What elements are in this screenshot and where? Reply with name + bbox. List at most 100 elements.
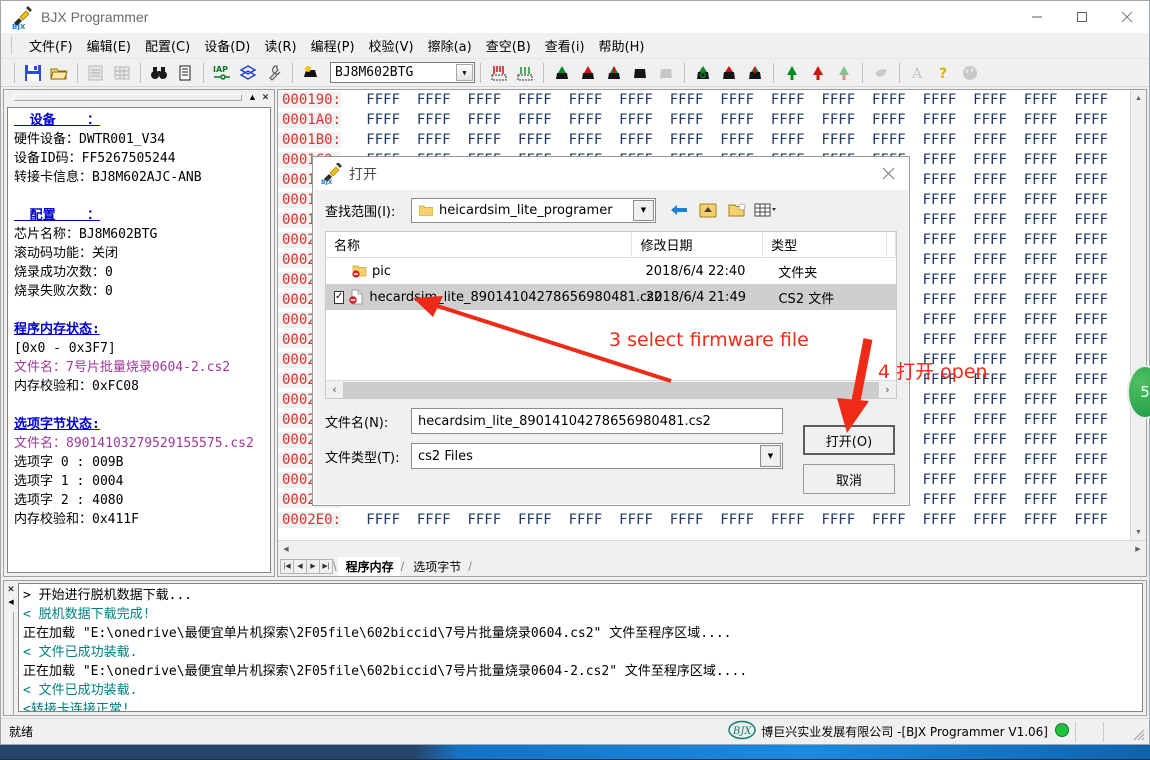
file-name-cell[interactable]: ✓ hecardsim_lite_89014104278656980481.cs… [326, 284, 638, 310]
help-icon[interactable]: ? [933, 62, 955, 84]
view-list-icon[interactable] [753, 198, 779, 222]
tab-nav-last[interactable]: ▶| [319, 559, 333, 574]
wrench-icon[interactable] [263, 62, 285, 84]
folder-icon [419, 204, 433, 216]
hex-row[interactable]: 0002E0: FFFF FFFF FFFF FFFF FFFF FFFF FF… [278, 510, 1130, 530]
toolbar-divider [773, 63, 774, 83]
scroll-left-button[interactable]: ◀ [278, 541, 294, 557]
chip-red-arrow-icon[interactable] [718, 62, 740, 84]
column-header-extra[interactable] [887, 232, 896, 258]
chip-layers-icon[interactable] [237, 62, 259, 84]
filename-input[interactable]: hecardsim_lite_89014104278656980481.cs2 [411, 408, 783, 434]
chip-black-icon[interactable] [629, 62, 651, 84]
sort-ascending-icon: ^ [479, 231, 487, 239]
column-header-type[interactable]: 类型 [763, 232, 887, 258]
green-status-icon [1054, 722, 1070, 741]
menu-item-config[interactable]: 配置(C) [138, 34, 197, 57]
close-button[interactable] [1104, 1, 1149, 33]
tree-red-icon[interactable] [807, 62, 829, 84]
chip-green2-icon[interactable] [603, 62, 625, 84]
device-info-line: 选项字 1 : 0004 [14, 472, 268, 491]
menu-item-device[interactable]: 设备(D) [197, 34, 257, 57]
menu-item-blankcheck[interactable]: 查空(B) [479, 34, 538, 57]
file-list-scroll-thumb[interactable] [343, 382, 879, 398]
menu-item-read[interactable]: 读(R) [257, 34, 303, 57]
menu-item-file[interactable]: 文件(F) [22, 34, 80, 57]
open-button[interactable]: 打开(O) [803, 425, 895, 455]
toolbar-divider [543, 63, 544, 83]
file-name-cell[interactable]: pic [326, 258, 637, 284]
hex-row[interactable]: 0001A0: FFFF FFFF FFFF FFFF FFFF FFFF FF… [278, 110, 1130, 130]
cancel-button[interactable]: 取消 [803, 464, 895, 494]
column-header-name[interactable]: 名称 ^ [326, 232, 632, 258]
panel-pin-button[interactable]: ▲ [246, 91, 259, 103]
file-type-cell: CS2 文件 [770, 284, 896, 310]
hex-row[interactable]: 000190: FFFF FFFF FFFF FFFF FFFF FFFF FF… [278, 90, 1130, 110]
panel-grip[interactable] [14, 94, 242, 101]
log-collapse-button[interactable]: ◀ [8, 598, 13, 606]
file-checkbox[interactable]: ✓ [334, 291, 344, 304]
maximize-button[interactable] [1059, 1, 1104, 33]
menu-item-help[interactable]: 帮助(H) [592, 34, 652, 57]
file-blocked-icon [348, 289, 365, 305]
hex-bytes: FFFF FFFF FFFF FFFF FFFF FFFF FFFF FFFF … [341, 132, 1108, 148]
menu-item-erase[interactable]: 擦除(a) [421, 34, 479, 57]
panel-close-button[interactable]: ✕ [259, 91, 272, 103]
table-row[interactable]: pic 2018/6/4 22:40 文件夹 [326, 258, 896, 284]
file-list-scroll-left[interactable]: ‹ [326, 383, 343, 396]
log-line: < 脱机数据下载完成! [23, 605, 1142, 624]
menu-item-verify[interactable]: 校验(V) [362, 34, 421, 57]
iap-icon[interactable]: IAP [211, 62, 233, 84]
chip-green-icon[interactable] [551, 62, 573, 84]
scroll-right-button[interactable]: ▶ [1130, 541, 1146, 557]
back-arrow-icon[interactable] [666, 198, 692, 222]
save-icon[interactable] [22, 62, 44, 84]
document-icon[interactable] [174, 62, 196, 84]
log-output[interactable]: > 开始进行脱机数据下载...< 脱机数据下载完成!正在加载 "E:\onedr… [18, 583, 1143, 712]
minimize-button[interactable] [1014, 1, 1059, 33]
up-folder-icon[interactable] [695, 198, 721, 222]
scroll-down-button[interactable]: ▼ [1131, 524, 1147, 540]
chip-red-icon[interactable] [577, 62, 599, 84]
menu-item-program[interactable]: 编程(P) [304, 34, 362, 57]
dialog-close-button[interactable] [867, 157, 909, 190]
upload-from-device-icon[interactable] [514, 62, 536, 84]
file-list-scroll-right[interactable]: › [879, 383, 896, 396]
hex-vertical-scrollbar[interactable]: ▲ ▼ [1130, 90, 1146, 540]
new-folder-icon[interactable] [724, 198, 750, 222]
download-to-device-icon[interactable] [488, 62, 510, 84]
menu-item-view[interactable]: 查看(i) [538, 34, 592, 57]
chip-select-combo[interactable]: BJ8M602BTG ▼ [330, 62, 475, 83]
look-in-combo[interactable]: heicardsim_lite_programer ▼ [411, 198, 656, 223]
toolbar-divider [899, 63, 900, 83]
file-list[interactable]: 名称 ^ 修改日期 类型 pic 2018/6/4 22: [325, 231, 897, 399]
hex-row[interactable]: 0001B0: FFFF FFFF FFFF FFFF FFFF FFFF FF… [278, 130, 1130, 150]
chevron-down-icon[interactable]: ▼ [456, 64, 473, 81]
tab-program-memory[interactable]: 程序内存 [338, 557, 400, 576]
tab-nav-next[interactable]: ▶ [306, 559, 320, 574]
hex-address: 0001B0: [278, 132, 341, 148]
hex-horizontal-scrollbar[interactable]: ◀ ▶ [278, 540, 1146, 556]
filetype-combo[interactable]: cs2 Files ▼ [411, 443, 783, 469]
target-chip-icon[interactable] [300, 62, 322, 84]
tab-nav-first[interactable]: |◀ [280, 559, 294, 574]
scroll-up-button[interactable]: ▲ [1131, 90, 1147, 106]
chip-green-arrow-icon[interactable] [744, 62, 766, 84]
chevron-down-icon[interactable]: ▼ [760, 445, 781, 467]
menu-item-edit[interactable]: 编辑(E) [80, 34, 138, 57]
chip-green-circle-icon[interactable] [692, 62, 714, 84]
tab-nav-prev[interactable]: ◀ [293, 559, 307, 574]
file-list-hscrollbar[interactable]: ‹ › [326, 380, 896, 398]
table-row[interactable]: ✓ hecardsim_lite_89014104278656980481.cs… [326, 284, 896, 310]
chevron-down-icon[interactable]: ▼ [633, 200, 654, 221]
open-folder-icon[interactable] [48, 62, 70, 84]
log-line: 正在加载 "E:\onedrive\最便宜单片机探索\2F05file\602b… [23, 624, 1142, 643]
binoculars-icon[interactable] [148, 62, 170, 84]
tab-option-bytes[interactable]: 选项字节 [405, 557, 467, 576]
column-header-date[interactable]: 修改日期 [632, 232, 763, 258]
hscroll-track[interactable] [294, 541, 1130, 557]
resize-grip[interactable] [1131, 722, 1145, 742]
tree-green-icon[interactable] [781, 62, 803, 84]
log-grip-bar[interactable] [9, 612, 14, 715]
log-close-button[interactable]: ✕ [7, 584, 15, 595]
